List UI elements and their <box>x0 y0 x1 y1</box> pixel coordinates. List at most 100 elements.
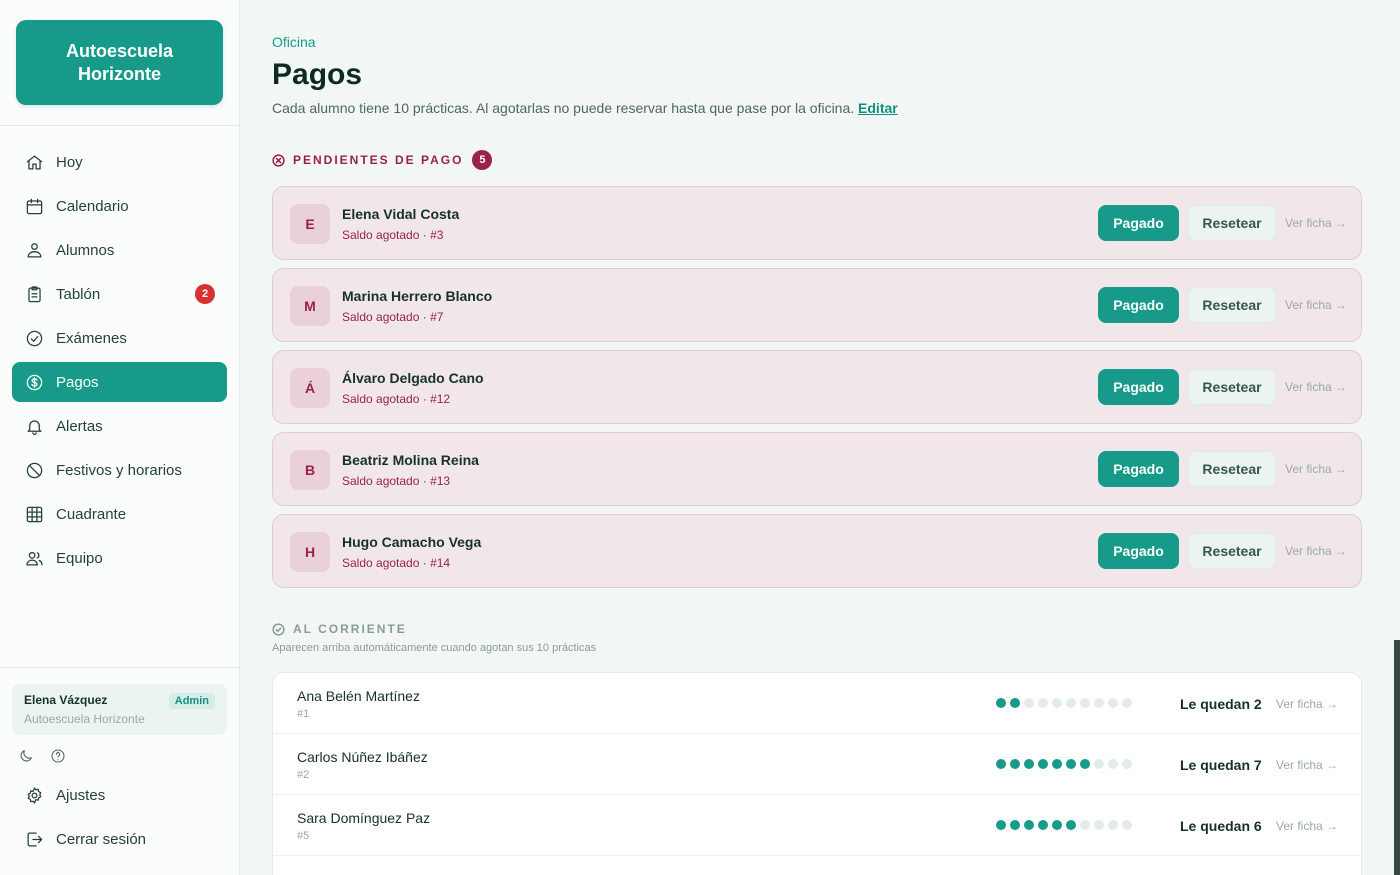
dollar-circle-icon <box>24 372 44 392</box>
nav-item-alumnos[interactable]: Alumnos <box>12 230 227 270</box>
mark-paid-button[interactable]: Pagado <box>1098 205 1179 241</box>
nav-item-logout[interactable]: Cerrar sesión <box>12 819 227 859</box>
pending-card: E Elena Vidal Costa Saldo agotado · #3 P… <box>272 186 1362 260</box>
check-circle-icon <box>272 622 285 636</box>
practice-dot-used <box>1038 698 1048 708</box>
mark-paid-button[interactable]: Pagado <box>1098 369 1179 405</box>
practice-dot-used <box>1024 698 1034 708</box>
view-profile-link[interactable]: Ver ficha → <box>1276 819 1338 833</box>
view-profile-link[interactable]: Ver ficha → <box>1285 298 1347 312</box>
gear-icon <box>24 785 44 805</box>
view-profile-link[interactable]: Ver ficha → <box>1285 216 1347 230</box>
mark-paid-button[interactable]: Pagado <box>1098 451 1179 487</box>
breadcrumb[interactable]: Oficina <box>272 34 316 50</box>
edit-link[interactable]: Editar <box>858 100 898 116</box>
reset-button[interactable]: Resetear <box>1188 369 1276 405</box>
avatar: E <box>290 204 330 244</box>
view-profile-link[interactable]: Ver ficha → <box>1285 462 1347 476</box>
balance-status: Saldo agotado · #12 <box>342 392 451 406</box>
practice-dot-remaining <box>1080 759 1090 769</box>
scrollbar[interactable] <box>1394 640 1400 875</box>
mark-paid-button[interactable]: Pagado <box>1098 533 1179 569</box>
utility-icons <box>18 748 66 764</box>
student-name: Carlos Núñez Ibáñez <box>297 749 428 765</box>
student-name: Elena Vidal Costa <box>342 206 460 222</box>
nav-item-alertas[interactable]: Alertas <box>12 406 227 446</box>
student-id: #5 <box>297 830 310 842</box>
practice-dots <box>996 759 1132 769</box>
mark-paid-button[interactable]: Pagado <box>1098 287 1179 323</box>
list-item: Carlos Núñez Ibáñez #2 Le quedan 7 Ver f… <box>273 734 1361 795</box>
nav-label: Cerrar sesión <box>56 830 147 848</box>
student-name: Beatriz Molina Reina <box>342 452 479 468</box>
home-icon <box>24 152 44 172</box>
practice-dot-used <box>1094 698 1104 708</box>
practice-dot-used <box>1066 698 1076 708</box>
student-id: #2 <box>297 769 310 781</box>
practice-dot-used <box>1094 820 1104 830</box>
practice-dot-remaining <box>1010 820 1020 830</box>
pending-section-heading: PENDIENTES DE PAGO 5 <box>272 150 493 170</box>
avatar: M <box>290 286 330 326</box>
nav-item-equipo[interactable]: Equipo <box>12 538 227 578</box>
practice-dot-remaining <box>996 698 1006 708</box>
nav-item-festivos[interactable]: Festivos y horarios <box>12 450 227 490</box>
description-text: Cada alumno tiene 10 prácticas. Al agota… <box>272 100 855 116</box>
brand-line-2: Horizonte <box>78 63 161 84</box>
x-circle-icon <box>272 153 285 167</box>
view-profile-link[interactable]: Ver ficha → <box>1285 544 1347 558</box>
practice-dot-remaining <box>1052 820 1062 830</box>
nav-item-examenes[interactable]: Exámenes <box>12 318 227 358</box>
students-icon <box>24 240 44 260</box>
student-name: Hugo Camacho Vega <box>342 534 482 550</box>
page-title: Pagos <box>272 58 363 91</box>
help-icon[interactable] <box>50 748 66 764</box>
nav-item-pagos[interactable]: Pagos <box>12 362 227 402</box>
reset-button[interactable]: Resetear <box>1188 205 1276 241</box>
practice-dot-remaining <box>1038 759 1048 769</box>
view-profile-link[interactable]: Ver ficha → <box>1285 380 1347 394</box>
list-item-partial <box>273 856 1361 875</box>
practice-dot-remaining <box>1024 820 1034 830</box>
avatar: B <box>290 450 330 490</box>
nav-item-hoy[interactable]: Hoy <box>12 142 227 182</box>
nav-label: Cuadrante <box>56 505 127 523</box>
practice-dot-remaining <box>996 759 1006 769</box>
practice-dot-used <box>1108 820 1118 830</box>
student-name: Marina Herrero Blanco <box>342 288 493 304</box>
list-item: Sara Domínguez Paz #5 Le quedan 6 Ver fi… <box>273 795 1361 856</box>
role-badge: Admin <box>168 693 215 709</box>
current-section-heading: AL CORRIENTE <box>272 622 407 636</box>
remaining-label: Le quedan 2 <box>1180 696 1262 712</box>
reset-button[interactable]: Resetear <box>1188 533 1276 569</box>
reset-button[interactable]: Resetear <box>1188 451 1276 487</box>
nav-item-cuadrante[interactable]: Cuadrante <box>12 494 227 534</box>
user-card[interactable]: Elena Vázquez Autoescuela Horizonte Admi… <box>12 684 227 735</box>
student-id: #1 <box>297 708 310 720</box>
view-profile-link[interactable]: Ver ficha → <box>1276 697 1338 711</box>
balance-status: Saldo agotado · #7 <box>342 310 444 324</box>
bell-icon <box>24 416 44 436</box>
current-students-list: Ana Belén Martínez #1 Le quedan 2 Ver fi… <box>272 672 1362 875</box>
reset-button[interactable]: Resetear <box>1188 287 1276 323</box>
practice-dot-used <box>1094 759 1104 769</box>
balance-status: Saldo agotado · #13 <box>342 474 451 488</box>
brand-logo[interactable]: Autoescuela Horizonte <box>16 20 223 105</box>
nav-item-ajustes[interactable]: Ajustes <box>12 775 227 815</box>
practice-dot-remaining <box>1066 820 1076 830</box>
nav-label: Equipo <box>56 549 103 567</box>
nav-item-tablon[interactable]: Tablón 2 <box>12 274 227 314</box>
pending-count-badge: 5 <box>472 150 493 170</box>
nav-label: Tablón <box>56 285 101 303</box>
view-profile-link[interactable]: Ver ficha → <box>1276 758 1338 772</box>
nav-item-calendario[interactable]: Calendario <box>12 186 227 226</box>
student-name: Álvaro Delgado Cano <box>342 370 484 386</box>
pending-heading-label: PENDIENTES DE PAGO <box>293 153 464 167</box>
practice-dot-remaining <box>1010 698 1020 708</box>
ban-icon <box>24 460 44 480</box>
team-icon <box>24 548 44 568</box>
practice-dot-remaining <box>1038 820 1048 830</box>
remaining-label: Le quedan 7 <box>1180 757 1262 773</box>
moon-icon[interactable] <box>18 748 34 764</box>
main-nav: Hoy Calendario Alumnos Tablón 2 Exámenes… <box>12 142 227 582</box>
